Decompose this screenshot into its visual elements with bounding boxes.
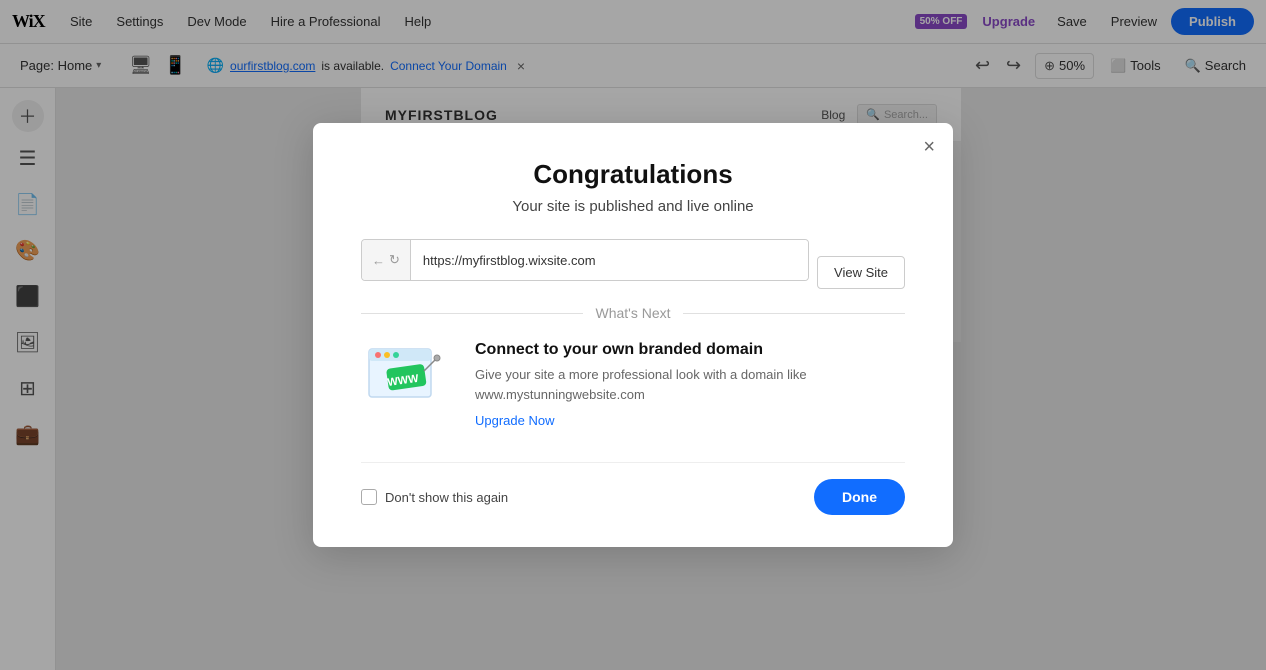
url-view-wrap: ← ↻ View Site bbox=[361, 239, 905, 305]
modal-subtitle: Your site is published and live online bbox=[361, 198, 905, 215]
congratulations-modal: × Congratulations Your site is published… bbox=[313, 123, 953, 547]
domain-illustration: WWW bbox=[361, 341, 451, 416]
connect-domain-title: Connect to your own branded domain bbox=[475, 341, 905, 359]
url-nav-controls: ← ↻ bbox=[362, 240, 411, 280]
whats-next-label: What's Next bbox=[595, 305, 670, 321]
done-button[interactable]: Done bbox=[814, 479, 905, 515]
divider-left bbox=[361, 313, 583, 314]
dont-show-checkbox-label[interactable]: Don't show this again bbox=[361, 489, 508, 505]
modal-title: Congratulations bbox=[361, 159, 905, 190]
connect-text: Connect to your own branded domain Give … bbox=[475, 341, 905, 430]
view-site-button[interactable]: View Site bbox=[817, 256, 905, 289]
upgrade-now-link[interactable]: Upgrade Now bbox=[475, 413, 555, 428]
modal-close-button[interactable]: × bbox=[923, 137, 935, 157]
forward-arrow-icon[interactable]: ↻ bbox=[389, 252, 400, 268]
connect-section: WWW Connect to your own branded domain G… bbox=[361, 341, 905, 430]
connect-domain-desc: Give your site a more professional look … bbox=[475, 365, 905, 404]
whats-next-section: What's Next bbox=[361, 305, 905, 321]
url-bar: ← ↻ bbox=[361, 239, 809, 281]
back-arrow-icon[interactable]: ← bbox=[372, 253, 385, 268]
dont-show-checkbox[interactable] bbox=[361, 489, 377, 505]
modal-overlay: × Congratulations Your site is published… bbox=[0, 0, 1266, 670]
divider-right bbox=[683, 313, 905, 314]
url-input[interactable] bbox=[411, 240, 808, 280]
dont-show-text: Don't show this again bbox=[385, 490, 508, 505]
modal-footer: Don't show this again Done bbox=[361, 462, 905, 515]
